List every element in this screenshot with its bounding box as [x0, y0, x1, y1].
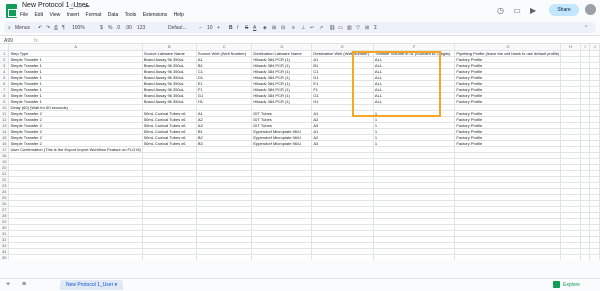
search-menus-label[interactable]: Menus — [15, 25, 30, 31]
text-color-button[interactable]: A — [253, 25, 256, 31]
sheet-bar: + ≡ New Protocol 1_User ▾ Explore — [0, 278, 600, 291]
meet-icon[interactable]: ▶ — [530, 6, 536, 15]
font-size-input[interactable]: 10 — [207, 25, 213, 31]
increase-decimal-button[interactable]: .00 — [125, 25, 132, 31]
spreadsheet-grid[interactable]: A B C D E F G H I J 1 Step Type Source Lab… — [0, 44, 600, 260]
undo-icon[interactable]: ↶ — [38, 25, 42, 31]
print-icon[interactable]: ⎙ — [54, 25, 58, 31]
filter-icon[interactable]: ▽ — [356, 25, 360, 31]
fill-color-icon[interactable]: ◈ — [263, 25, 267, 31]
paint-format-icon[interactable]: ¶ — [62, 25, 65, 31]
menu-data[interactable]: Data — [108, 12, 119, 18]
grid-table: A B C D E F G H I J 1 Step Type Source Lab… — [0, 44, 600, 260]
align-left-icon[interactable]: ≡ — [292, 25, 295, 31]
cell[interactable]: Pipetting Profile (leave the cell blank … — [454, 50, 562, 57]
all-sheets-icon[interactable]: ≡ — [22, 281, 26, 288]
horizontal-scrollbar[interactable] — [0, 271, 600, 277]
vertical-align-icon[interactable]: ⊥ — [301, 25, 305, 31]
grid-body: 1 Step Type Source Labware Name Source Well… — [0, 50, 600, 260]
sheets-logo-icon[interactable] — [6, 4, 17, 18]
menu-view[interactable]: View — [49, 12, 60, 18]
search-menus-icon[interactable]: ⌕ — [8, 25, 11, 31]
menu-bar: File Edit View Insert Format Data Tools … — [20, 12, 189, 18]
number-format-button[interactable]: 123 — [137, 25, 145, 31]
menu-format[interactable]: Format — [86, 12, 102, 18]
cell[interactable]: Destination Well (Well Number) — [311, 50, 374, 57]
italic-button[interactable]: I — [237, 25, 238, 31]
collapse-toolbar-icon[interactable]: ⌃ — [584, 25, 588, 31]
functions-icon[interactable]: Σ — [374, 25, 377, 31]
menu-file[interactable]: File — [20, 12, 28, 18]
borders-icon[interactable]: ⊞ — [272, 25, 276, 31]
menu-help[interactable]: Help — [174, 12, 184, 18]
menu-edit[interactable]: Edit — [34, 12, 43, 18]
cell[interactable]: Transfer Volume in uL (rounded to 2 digi… — [373, 50, 456, 57]
text-wrap-icon[interactable]: ↵ — [310, 25, 314, 31]
insert-link-icon[interactable]: ⛓ — [329, 25, 335, 31]
currency-format-button[interactable]: $ — [100, 25, 103, 31]
sheet-tab[interactable]: New Protocol 1_User ▾ — [60, 280, 124, 290]
add-sheet-icon[interactable]: + — [6, 281, 10, 288]
formula-bar: A99 fx — [0, 35, 600, 44]
font-size-increase-button[interactable]: + — [217, 25, 220, 31]
redo-icon[interactable]: ↷ — [46, 25, 50, 31]
comment-icon[interactable]: ▭ — [513, 6, 521, 15]
merge-cells-icon[interactable]: ⊟ — [281, 25, 285, 31]
history-icon[interactable]: ◷ — [497, 6, 504, 15]
explore-button[interactable]: Explore — [553, 281, 580, 288]
cell[interactable]: User Confirmation (This is the Export Im… — [8, 146, 143, 153]
share-button[interactable]: Share — [549, 4, 579, 16]
avatar[interactable] — [585, 4, 596, 15]
title-bar: New Protocol 1_User ☆ ⊡ ☁ File Edit View… — [0, 0, 600, 22]
filter-views-icon[interactable]: ⊞ — [365, 25, 369, 31]
header-actions: ◷ ▭ ▶ — [497, 6, 543, 15]
text-rotation-icon[interactable]: ↗ — [319, 25, 323, 31]
chevron-down-icon[interactable]: ▾ — [115, 282, 118, 288]
menu-tools[interactable]: Tools — [125, 12, 137, 18]
toolbar: ⌕ Menus ↶ ↷ ⎙ ¶ 100% $ % .0 .00 123 Defa… — [4, 22, 596, 33]
font-size-decrease-button[interactable]: − — [199, 25, 202, 31]
explore-label: Explore — [563, 281, 580, 288]
insert-comment-icon[interactable]: ▭ — [338, 25, 343, 31]
font-select[interactable]: Defaul... — [168, 25, 187, 31]
decrease-decimal-button[interactable]: .0 — [116, 25, 120, 31]
explore-icon — [553, 281, 560, 288]
strikethrough-button[interactable]: S — [245, 25, 248, 31]
bold-button[interactable]: B — [229, 25, 233, 31]
menu-insert[interactable]: Insert — [67, 12, 80, 18]
cell[interactable]: Source Well (Well Number) — [196, 50, 253, 57]
insert-chart-icon[interactable]: ▥ — [347, 25, 352, 31]
percent-format-button[interactable]: % — [108, 25, 112, 31]
zoom-select[interactable]: 100% — [72, 25, 85, 31]
menu-extensions[interactable]: Extensions — [143, 12, 167, 18]
star-move-cloud-icons[interactable]: ☆ ⊡ ☁ — [70, 2, 90, 9]
sheet-tab-label: New Protocol 1_User — [66, 282, 114, 288]
